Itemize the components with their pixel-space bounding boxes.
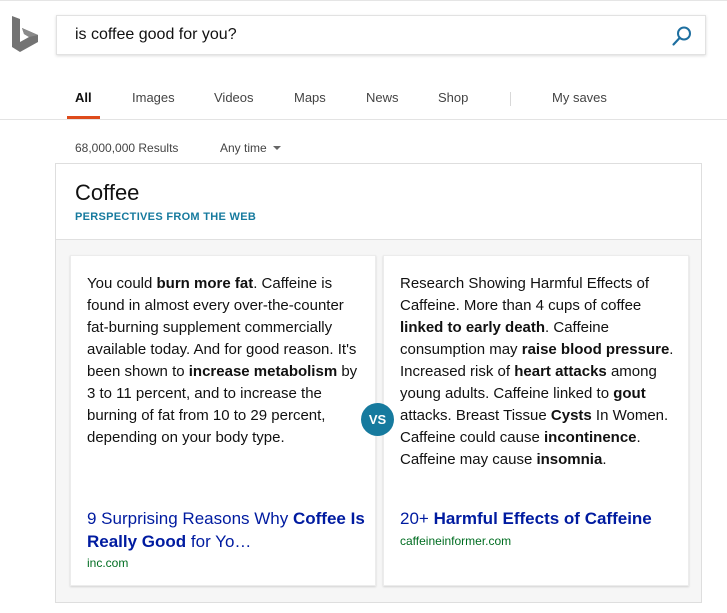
highlight-text: linked to early death bbox=[400, 319, 546, 336]
my-saves-link[interactable]: My saves bbox=[552, 90, 607, 105]
card-title-link[interactable]: 20+ Harmful Effects of Caffeine bbox=[400, 507, 682, 530]
perspectives-panel: Coffee PERSPECTIVES FROM THE WEB You cou… bbox=[55, 163, 702, 603]
card-title-link[interactable]: 9 Surprising Reasons Why Coffee Is Reall… bbox=[87, 507, 369, 553]
perspective-card-pro: You could burn more fat. Caffeine is fou… bbox=[70, 255, 376, 586]
text-segment: for Yo… bbox=[186, 532, 252, 551]
highlight-text: insomnia bbox=[536, 451, 603, 468]
active-tab-indicator bbox=[67, 116, 100, 119]
highlight-text: Cysts bbox=[550, 407, 592, 424]
text-segment: . bbox=[602, 451, 607, 468]
card-source-url[interactable]: inc.com bbox=[87, 556, 128, 570]
perspective-card-con: Research Showing Harmful Effects of Caff… bbox=[383, 255, 689, 586]
card-snippet: Research Showing Harmful Effects of Caff… bbox=[400, 273, 682, 471]
highlight-text: gout bbox=[613, 385, 646, 402]
text-segment: 9 Surprising Reasons Why bbox=[87, 509, 293, 528]
highlight-text: raise blood pressure bbox=[521, 341, 670, 358]
highlight-text: incontinence bbox=[544, 429, 637, 446]
text-segment: 20+ bbox=[400, 509, 434, 528]
card-snippet: You could burn more fat. Caffeine is fou… bbox=[87, 273, 369, 449]
chevron-down-icon bbox=[272, 146, 281, 150]
text-segment: You could bbox=[87, 275, 157, 292]
scope-nav: All Images Videos Maps News Shop My save… bbox=[0, 84, 727, 120]
search-icon[interactable] bbox=[671, 25, 693, 47]
panel-title: Coffee bbox=[75, 180, 140, 205]
text-segment: Research Showing Harmful Effects of Caff… bbox=[400, 275, 650, 314]
tab-maps[interactable]: Maps bbox=[294, 90, 326, 105]
panel-header: Coffee PERSPECTIVES FROM THE WEB bbox=[56, 164, 701, 240]
highlight-text: burn more fat bbox=[156, 275, 254, 292]
tab-shop[interactable]: Shop bbox=[438, 90, 468, 105]
highlight-text: Harmful Effects of Caffeine bbox=[433, 509, 652, 528]
highlight-text: heart attacks bbox=[514, 363, 607, 380]
panel-subtitle: PERSPECTIVES FROM THE WEB bbox=[75, 211, 257, 223]
card-source-url[interactable]: caffeineinformer.com bbox=[400, 534, 511, 548]
time-filter-dropdown[interactable]: Any time bbox=[220, 141, 281, 155]
time-filter-label: Any time bbox=[220, 141, 267, 155]
vs-badge: VS bbox=[361, 403, 394, 436]
search-box bbox=[56, 15, 706, 55]
search-input[interactable] bbox=[75, 16, 655, 54]
tab-videos[interactable]: Videos bbox=[214, 90, 254, 105]
result-count: 68,000,000 Results bbox=[75, 141, 179, 155]
tab-all[interactable]: All bbox=[75, 90, 92, 105]
top-border bbox=[0, 0, 727, 1]
highlight-text: increase metabolism bbox=[188, 363, 338, 380]
bing-logo-icon[interactable] bbox=[12, 16, 40, 52]
nav-divider bbox=[510, 92, 511, 106]
tab-news[interactable]: News bbox=[366, 90, 399, 105]
tab-images[interactable]: Images bbox=[132, 90, 175, 105]
text-segment: attacks. Breast Tissue bbox=[400, 407, 551, 424]
